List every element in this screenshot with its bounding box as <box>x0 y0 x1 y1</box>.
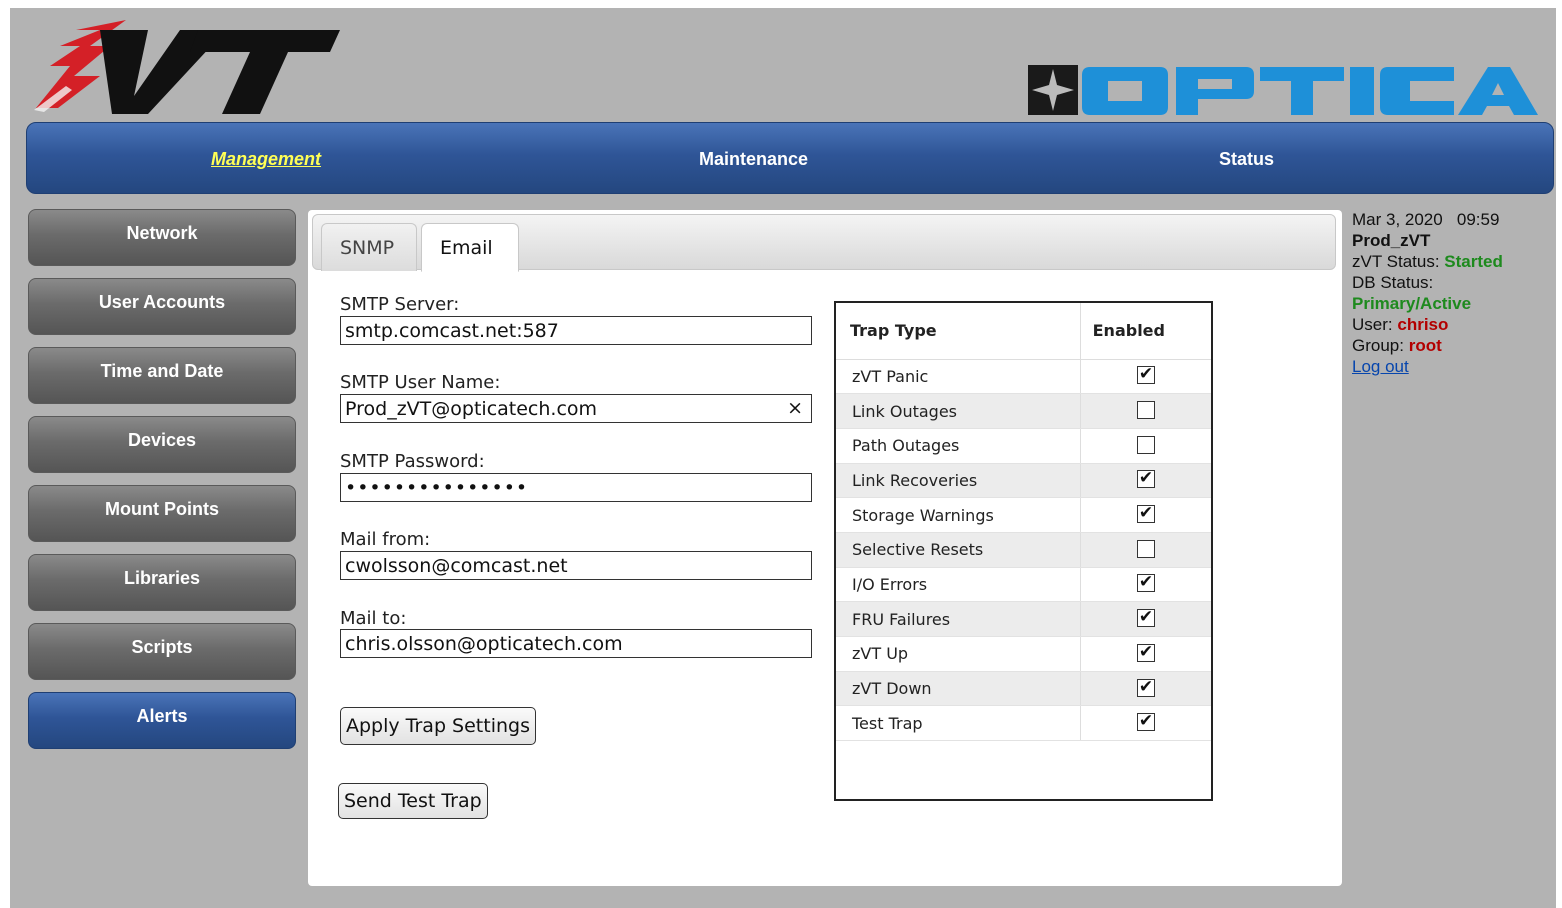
optica-logo <box>1028 65 1538 122</box>
trap-enabled-cell <box>1079 532 1211 568</box>
trap-row: Path Outages <box>836 428 1211 464</box>
trap-row: Test Trap <box>836 705 1211 742</box>
trap-table-container: Trap Type Enabled zVT PanicLink OutagesP… <box>834 301 1213 801</box>
nav-management[interactable]: Management <box>211 149 321 170</box>
top-nav-bar: Management Maintenance Status <box>26 122 1554 194</box>
trap-row: zVT Down <box>836 671 1211 707</box>
trap-rows: zVT PanicLink OutagesPath OutagesLink Re… <box>836 359 1211 742</box>
smtp-password-label: SMTP Password: <box>340 451 485 472</box>
user-value: chriso <box>1397 315 1449 334</box>
group-info: Group: root <box>1352 335 1554 356</box>
trap-row: Link Outages <box>836 393 1211 429</box>
trap-enabled-cell <box>1079 393 1211 429</box>
mail-to-input[interactable]: chris.olsson@opticatech.com <box>340 629 812 658</box>
system-name: Prod_zVT <box>1352 231 1431 250</box>
trap-enabled-cell <box>1079 497 1211 533</box>
trap-type-cell: FRU Failures <box>836 601 1081 637</box>
trap-type-cell: Link Outages <box>836 393 1081 429</box>
trap-table-header: Trap Type Enabled <box>836 303 1211 360</box>
sidebar-item-devices[interactable]: Devices <box>28 416 296 473</box>
trap-type-cell: Path Outages <box>836 428 1081 464</box>
send-test-trap-button[interactable]: Send Test Trap <box>338 783 488 819</box>
datetime: Mar 3, 2020 09:59 <box>1352 210 1500 229</box>
sidebar-item-libraries[interactable]: Libraries <box>28 554 296 611</box>
mail-from-label: Mail from: <box>340 529 431 550</box>
trap-enabled-cell <box>1079 705 1211 742</box>
zvt-status-label: zVT Status: <box>1352 252 1440 271</box>
trap-enabled-cell <box>1079 567 1211 603</box>
trap-row: zVT Panic <box>836 359 1211 395</box>
user-label: User: <box>1352 315 1393 334</box>
zvt-status-value: Started <box>1444 252 1503 271</box>
smtp-user-value: Prod_zVT@opticatech.com <box>345 397 598 420</box>
smtp-password-input[interactable]: ••••••••••••••• <box>340 473 812 502</box>
sidebar-item-user-accounts[interactable]: User Accounts <box>28 278 296 335</box>
smtp-server-label: SMTP Server: <box>340 294 460 315</box>
smtp-user-label: SMTP User Name: <box>340 372 501 393</box>
trap-type-cell: zVT Down <box>836 671 1081 707</box>
trap-type-cell: Selective Resets <box>836 532 1081 568</box>
trap-enabled-cell <box>1079 636 1211 672</box>
smtp-server-input[interactable]: smtp.comcast.net:587 <box>340 316 812 345</box>
trap-enabled-checkbox[interactable] <box>1136 642 1155 662</box>
alerts-panel: SNMP Email SMTP Server: smtp.comcast.net… <box>308 210 1342 886</box>
user-info: User: chriso <box>1352 314 1554 335</box>
trap-enabled-checkbox[interactable] <box>1136 572 1155 593</box>
trap-type-cell: Link Recoveries <box>836 463 1081 499</box>
trap-enabled-cell <box>1079 359 1211 395</box>
trap-enabled-cell <box>1079 601 1211 637</box>
group-label: Group: <box>1352 336 1404 355</box>
trap-type-cell: I/O Errors <box>836 567 1081 603</box>
trap-enabled-checkbox[interactable] <box>1136 711 1155 732</box>
trap-row: Link Recoveries <box>836 463 1211 499</box>
tab-bar: SNMP Email <box>312 214 1336 272</box>
tab-email[interactable]: Email <box>421 223 519 272</box>
trap-row: Selective Resets <box>836 532 1211 568</box>
trap-enabled-checkbox[interactable] <box>1136 607 1155 628</box>
logout-link[interactable]: Log out <box>1352 356 1554 377</box>
trap-table: Trap Type Enabled zVT PanicLink OutagesP… <box>836 303 1211 742</box>
sidebar-item-alerts[interactable]: Alerts <box>28 692 296 749</box>
trap-enabled-checkbox[interactable] <box>1136 364 1155 385</box>
trap-row: Storage Warnings <box>836 497 1211 533</box>
sidebar-item-time-and-date[interactable]: Time and Date <box>28 347 296 404</box>
trap-type-header: Trap Type <box>836 303 1081 360</box>
trap-enabled-checkbox[interactable] <box>1136 435 1155 454</box>
trap-type-cell: zVT Up <box>836 636 1081 672</box>
apply-trap-settings-button[interactable]: Apply Trap Settings <box>340 707 536 745</box>
smtp-user-input[interactable]: Prod_zVT@opticatech.com × <box>340 394 812 423</box>
trap-enabled-checkbox[interactable] <box>1136 401 1155 420</box>
trap-type-cell: Storage Warnings <box>836 497 1081 533</box>
trap-enabled-cell <box>1079 463 1211 499</box>
nav-maintenance[interactable]: Maintenance <box>699 149 808 170</box>
mail-from-input[interactable]: cwolsson@comcast.net <box>340 551 812 580</box>
tab-snmp[interactable]: SNMP <box>321 223 417 271</box>
mail-to-label: Mail to: <box>340 608 407 629</box>
db-status-value: Primary/Active <box>1352 294 1472 313</box>
trap-enabled-cell <box>1079 428 1211 464</box>
db-status-label: DB Status: <box>1352 273 1434 292</box>
app-frame: Management Maintenance Status Network Us… <box>10 8 1556 908</box>
trap-type-cell: Test Trap <box>836 705 1081 742</box>
trap-row: zVT Up <box>836 636 1211 672</box>
sidebar-item-network[interactable]: Network <box>28 209 296 266</box>
sidebar-item-mount-points[interactable]: Mount Points <box>28 485 296 542</box>
group-value: root <box>1408 336 1442 355</box>
nav-status[interactable]: Status <box>1219 149 1274 170</box>
trap-enabled-checkbox[interactable] <box>1136 539 1155 558</box>
enabled-header: Enabled <box>1079 303 1211 360</box>
trap-type-cell: zVT Panic <box>836 359 1081 395</box>
zvt-status: zVT Status: Started <box>1352 251 1554 272</box>
trap-enabled-cell <box>1079 671 1211 707</box>
sidebar-item-scripts[interactable]: Scripts <box>28 623 296 680</box>
trap-row: I/O Errors <box>836 567 1211 603</box>
trap-enabled-checkbox[interactable] <box>1136 468 1155 489</box>
trap-row: FRU Failures <box>836 601 1211 637</box>
status-panel: Mar 3, 2020 09:59 Prod_zVT zVT Status: S… <box>1350 208 1554 904</box>
clear-icon[interactable]: × <box>787 397 803 419</box>
zvt-logo <box>30 16 340 121</box>
trap-enabled-checkbox[interactable] <box>1136 677 1155 697</box>
trap-enabled-checkbox[interactable] <box>1136 503 1155 524</box>
